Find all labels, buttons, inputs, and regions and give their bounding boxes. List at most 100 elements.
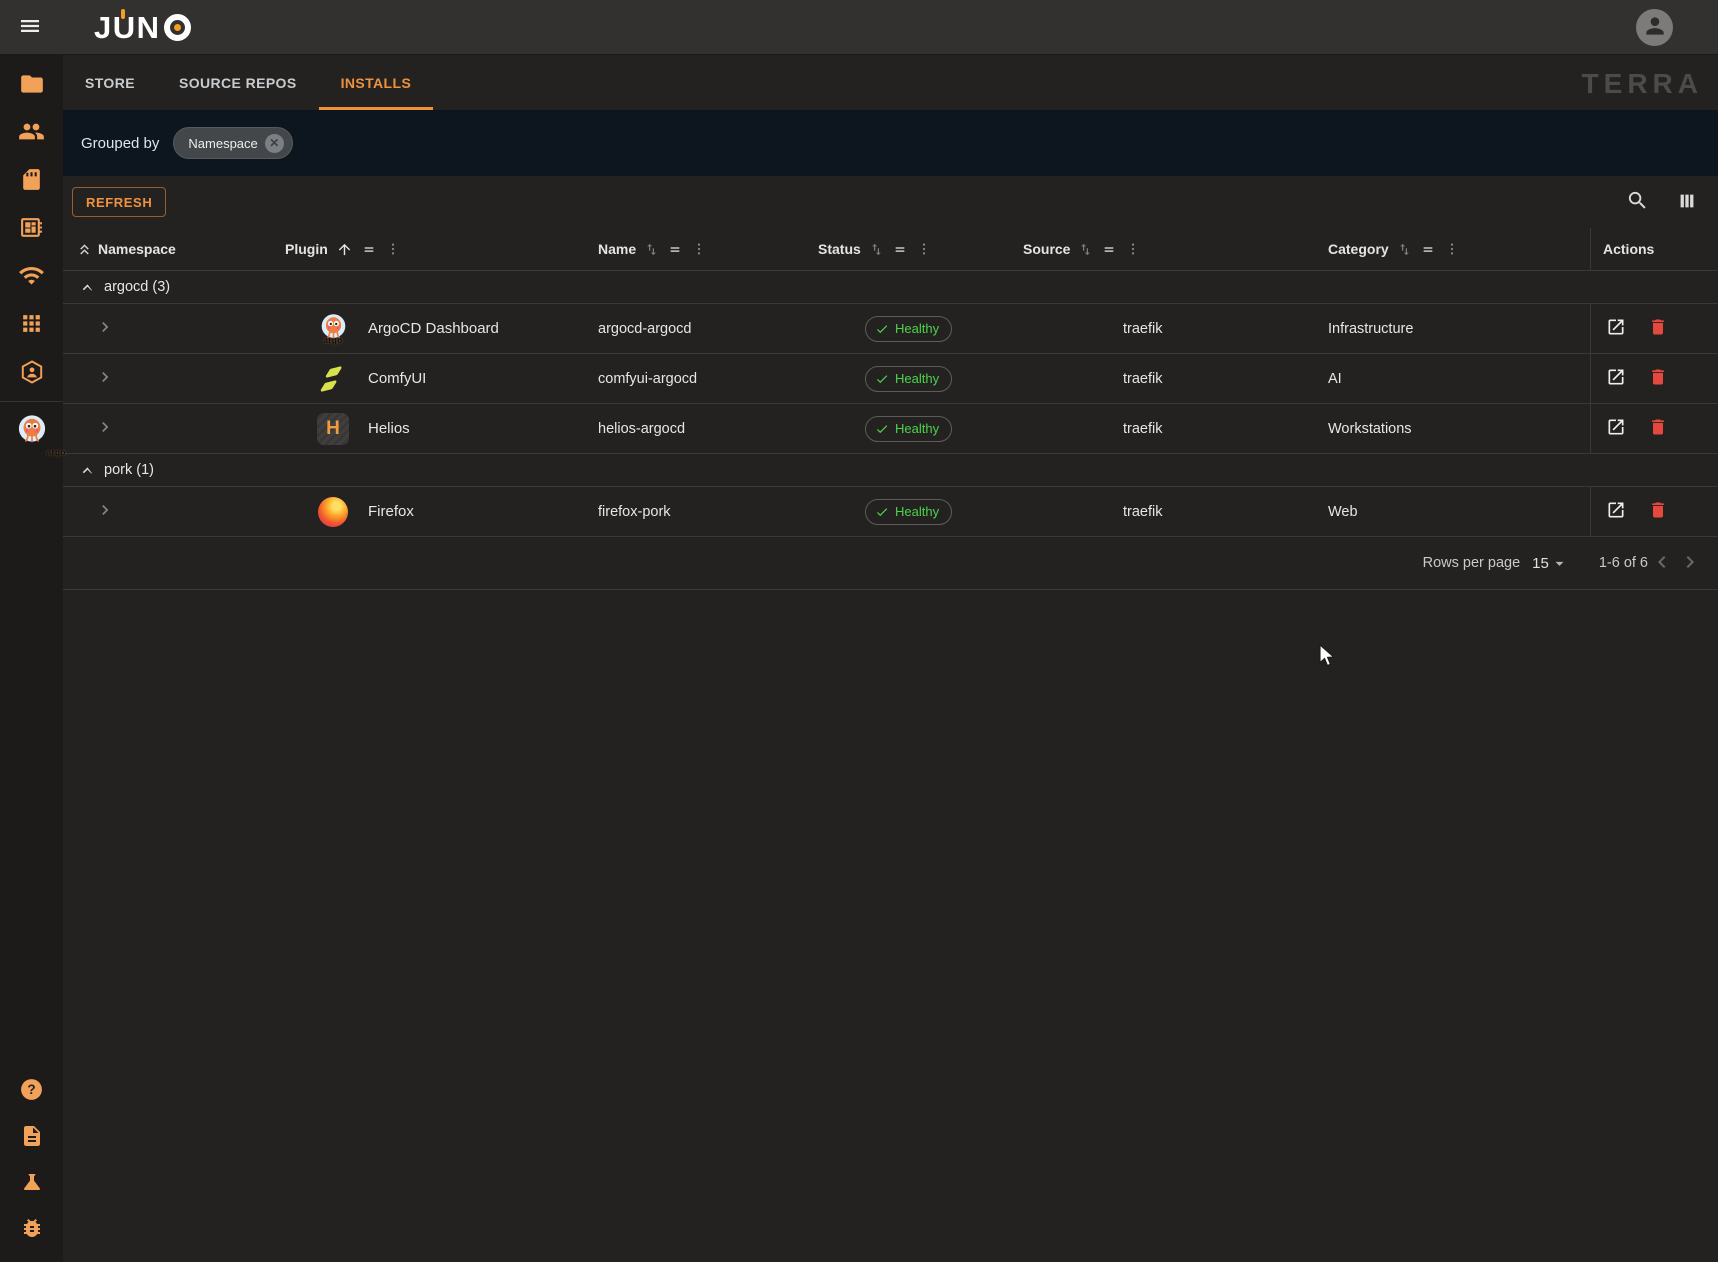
open-install-button[interactable] (1603, 366, 1629, 392)
folder-icon (19, 71, 45, 100)
column-header-category[interactable]: Category (1320, 228, 1590, 270)
plugin-name: ComfyUI (368, 370, 426, 387)
delete-icon (1648, 417, 1668, 440)
filter-icon[interactable] (892, 241, 908, 257)
row-expand-button[interactable] (93, 317, 117, 341)
column-menu-icon[interactable] (691, 241, 707, 257)
table-row: ComfyUI comfyui-argocd Healthy traefik A… (63, 354, 1718, 404)
namespace-chip-label: Namespace (188, 136, 257, 151)
delete-install-button[interactable] (1645, 366, 1671, 392)
column-header-label: Category (1328, 241, 1389, 257)
columns-button[interactable] (1672, 187, 1702, 217)
sidebar-item-developer-board[interactable] (0, 205, 63, 253)
watermark-label: TERRA (1582, 68, 1703, 100)
plugin-icon: H (316, 413, 350, 445)
source-value: traefik (1015, 487, 1320, 536)
chevron-right-icon (95, 317, 115, 340)
status-badge: Healthy (865, 499, 952, 525)
chip-remove-button[interactable]: ✕ (265, 134, 284, 153)
sidebar-item-science[interactable] (0, 1160, 63, 1206)
column-header-source[interactable]: Source (1015, 228, 1320, 270)
open-in-new-icon (1606, 367, 1626, 390)
delete-install-button[interactable] (1645, 416, 1671, 442)
column-header-name[interactable]: Name (590, 228, 810, 270)
help-icon: ? (19, 1077, 44, 1105)
menu-button[interactable] (6, 3, 54, 51)
chevron-right-icon (1678, 550, 1702, 577)
source-value: traefik (1015, 404, 1320, 453)
search-icon (1626, 189, 1649, 215)
install-name: comfyui-argocd (590, 354, 810, 403)
open-install-button[interactable] (1603, 416, 1629, 442)
status-label: Healthy (895, 371, 939, 386)
tab-store[interactable]: STORE (63, 55, 157, 110)
sidebar-item-sim-card[interactable] (0, 157, 63, 205)
group-row[interactable]: pork (1) (63, 454, 1718, 487)
filter-icon[interactable] (1420, 241, 1436, 257)
category-value: Workstations (1320, 404, 1590, 453)
chevron-right-icon (95, 417, 115, 440)
collapse-group-icon (78, 461, 97, 480)
rows-per-page-select[interactable]: 15 (1532, 554, 1569, 573)
status-badge: Healthy (865, 416, 952, 442)
sidebar: argo ? (0, 55, 63, 1262)
column-menu-icon[interactable] (385, 241, 401, 257)
group-row[interactable]: argocd (3) (63, 271, 1718, 304)
table-toolbar: REFRESH (63, 176, 1718, 228)
refresh-button[interactable]: REFRESH (72, 187, 166, 217)
row-expand-button[interactable] (93, 417, 117, 441)
check-icon (875, 505, 889, 519)
check-icon (875, 372, 889, 386)
column-menu-icon[interactable] (1125, 241, 1141, 257)
open-install-button[interactable] (1603, 499, 1629, 525)
column-header-label: Plugin (285, 241, 328, 257)
sidebar-item-bug[interactable] (0, 1206, 63, 1252)
next-page-button[interactable] (1676, 549, 1704, 577)
previous-page-button[interactable] (1648, 549, 1676, 577)
namespace-chip: Namespace ✕ (173, 127, 292, 159)
tab-installs[interactable]: INSTALLS (319, 55, 434, 110)
column-menu-icon[interactable] (1444, 241, 1460, 257)
filter-icon[interactable] (361, 241, 377, 257)
double-arrow-up-icon (76, 241, 93, 258)
plugin-icon: argo (316, 313, 350, 345)
column-header-plugin[interactable]: Plugin (283, 228, 590, 270)
filter-icon[interactable] (667, 241, 683, 257)
sidebar-item-argo-avatar[interactable]: argo (0, 406, 63, 454)
app-root: JUN argo ? STORESOURCE REPOSINSTALLS TER… (0, 0, 1718, 1262)
delete-install-button[interactable] (1645, 316, 1671, 342)
open-install-button[interactable] (1603, 316, 1629, 342)
wifi-icon (18, 262, 45, 292)
sidebar-item-deployed-code[interactable] (0, 349, 63, 397)
tab-source-repos[interactable]: SOURCE REPOS (157, 55, 319, 110)
sidebar-item-help[interactable]: ? (0, 1068, 63, 1114)
column-menu-icon[interactable] (916, 241, 932, 257)
table-row: Firefox firefox-pork Healthy traefik Web (63, 487, 1718, 537)
user-avatar-button[interactable] (1636, 9, 1673, 46)
argo-avatar-icon: argo (17, 414, 47, 447)
table-body: argocd (3) argo ArgoCD Dashboard argocd-… (63, 271, 1718, 537)
sidebar-item-wifi[interactable] (0, 253, 63, 301)
sidebar-item-docs[interactable] (0, 1114, 63, 1160)
source-value: traefik (1015, 354, 1320, 403)
source-value: traefik (1015, 304, 1320, 353)
app-logo: JUN (94, 12, 191, 43)
docs-icon (20, 1124, 44, 1151)
category-value: Infrastructure (1320, 304, 1590, 353)
app-bar: JUN (0, 0, 1718, 55)
sort-icon (1078, 242, 1093, 257)
developer-board-icon (19, 215, 44, 243)
row-expand-button[interactable] (93, 367, 117, 391)
install-name: helios-argocd (590, 404, 810, 453)
column-header-namespace[interactable]: Namespace (63, 228, 283, 270)
sidebar-item-folder[interactable] (0, 61, 63, 109)
filter-icon[interactable] (1101, 241, 1117, 257)
toolbar-right-icons (1622, 187, 1702, 217)
search-button[interactable] (1622, 187, 1652, 217)
delete-install-button[interactable] (1645, 499, 1671, 525)
sidebar-item-apps-grid[interactable] (0, 301, 63, 349)
column-header-status[interactable]: Status (810, 228, 1015, 270)
sidebar-item-groups[interactable] (0, 109, 63, 157)
collapse-group-icon (78, 278, 97, 297)
row-expand-button[interactable] (93, 500, 117, 524)
